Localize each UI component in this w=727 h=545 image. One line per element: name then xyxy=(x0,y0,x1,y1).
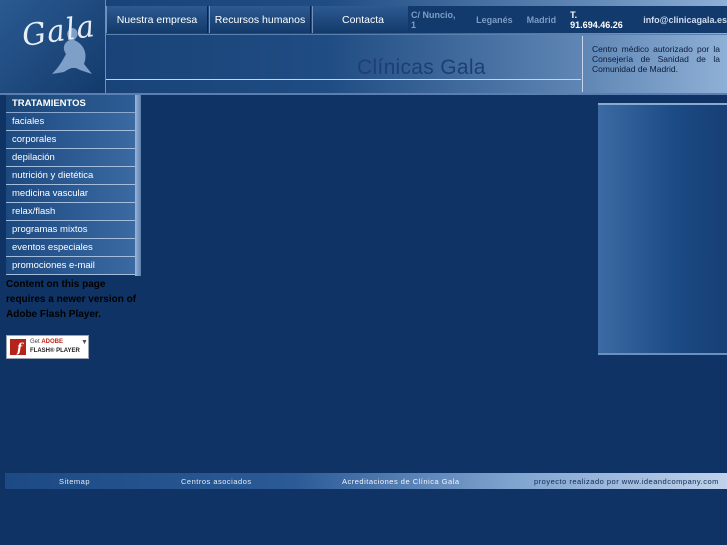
flash-get-label: Get ADOBE xyxy=(30,339,64,345)
header-divider xyxy=(106,34,727,35)
treatments-menu: TRATAMIENTOS faciales corporales depilac… xyxy=(6,95,141,276)
download-arrow-icon: ▼ xyxy=(81,339,88,346)
footer-acreditaciones-link[interactable]: Acreditaciones de Clínica Gala xyxy=(342,477,460,486)
menu-item-medicina-vascular[interactable]: medicina vascular xyxy=(6,185,135,203)
menu-item-promociones[interactable]: promociones e-mail xyxy=(6,257,135,275)
contact-city-madrid: Madrid xyxy=(526,14,557,25)
authorization-notice: Centro médico autorizado por la Consejer… xyxy=(582,36,725,92)
footer-bar: Sitemap Centros asociados Acreditaciones… xyxy=(5,473,727,489)
top-navigation: Nuestra empresa Recursos humanos Contact… xyxy=(106,6,415,33)
adobe-label: ADOBE xyxy=(41,339,64,345)
contact-bar: C/ Nuncio, 1 Leganés Madrid T. 91.694.46… xyxy=(408,6,727,33)
contact-address: C/ Nuncio, 1 xyxy=(411,9,456,30)
title-underline xyxy=(106,79,581,80)
contact-phone: T. 91.694.46.26 xyxy=(570,9,623,30)
nav-nuestra-empresa[interactable]: Nuestra empresa xyxy=(106,6,208,33)
nav-recursos-humanos[interactable]: Recursos humanos xyxy=(209,6,311,33)
contact-city-leganes: Leganés xyxy=(476,14,513,25)
menu-item-eventos-especiales[interactable]: eventos especiales xyxy=(6,239,135,257)
flash-logo-icon: f xyxy=(10,339,26,355)
site-title: Clínicas Gala xyxy=(357,56,486,79)
flash-required-message: Content on this page requires a newer ve… xyxy=(6,279,137,320)
flash-player-label: FLASH® PLAYER xyxy=(30,348,80,354)
menu-item-programas-mixtos[interactable]: programas mixtos xyxy=(6,221,135,239)
menu-item-relax-flash[interactable]: relax/flash xyxy=(6,203,135,221)
menu-item-corporales[interactable]: corporales xyxy=(6,131,135,149)
footer-sitemap-link[interactable]: Sitemap xyxy=(59,477,90,486)
menu-heading: TRATAMIENTOS xyxy=(6,95,135,113)
menu-item-depilacion[interactable]: depilación xyxy=(6,149,135,167)
menu-side-bevel xyxy=(135,95,141,276)
nav-contacta[interactable]: Contacta xyxy=(312,6,414,33)
notice-text: Centro médico autorizado por la Consejer… xyxy=(592,44,720,74)
footer-centros-link[interactable]: Centros asociados xyxy=(181,477,252,486)
contact-email-link[interactable]: info@clinicagala.es xyxy=(643,15,727,25)
menu-item-faciales[interactable]: faciales xyxy=(6,113,135,131)
right-side-panel xyxy=(598,103,727,355)
get-flash-player-button[interactable]: f Get ADOBE FLASH® PLAYER ▼ xyxy=(6,335,89,359)
menu-item-nutricion[interactable]: nutrición y dietética xyxy=(6,167,135,185)
logo[interactable]: Gala xyxy=(0,0,106,93)
footer-credits-link[interactable]: proyecto realizado por www.ideandcompany… xyxy=(534,477,719,486)
